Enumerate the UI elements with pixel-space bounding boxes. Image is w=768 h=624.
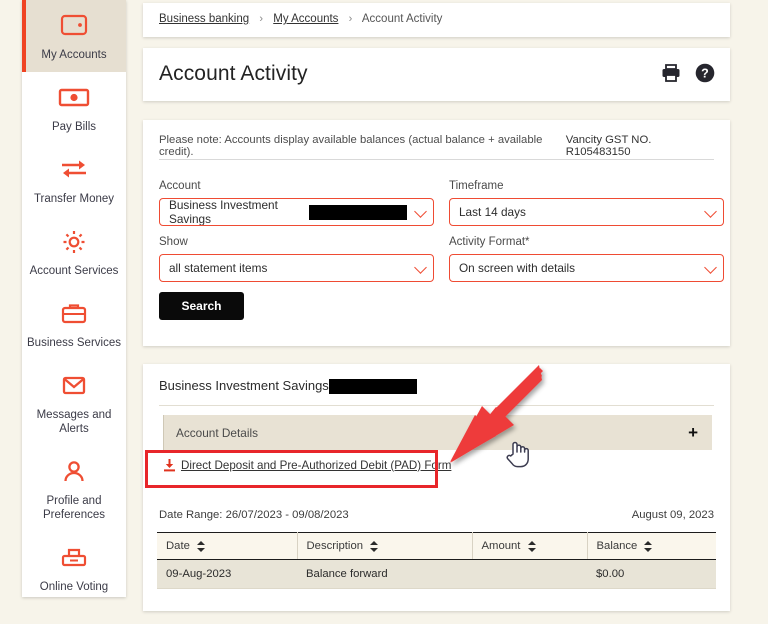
print-icon[interactable] (660, 62, 682, 84)
disclaimer-row: Please note: Accounts display available … (159, 134, 714, 158)
sort-icon (527, 540, 537, 552)
gst-number: Vancity GST NO. R105483150 (565, 134, 652, 158)
timeframe-select[interactable]: Last 14 days (449, 198, 724, 226)
sidebar-item-account-services[interactable]: Account Services (22, 216, 126, 288)
breadcrumb-link-my-accounts[interactable]: My Accounts (273, 13, 338, 25)
search-form-panel: Please note: Accounts display available … (143, 120, 730, 346)
transfer-icon (26, 156, 122, 186)
sidebar-item-messages-and-alerts[interactable]: Messages and Alerts (22, 360, 126, 446)
sidebar-item-business-services[interactable]: Business Services (22, 288, 126, 360)
as-of-date: August 09, 2023 (631, 509, 714, 521)
breadcrumb-link-business-banking[interactable]: Business banking (159, 13, 249, 25)
svg-text:?: ? (701, 67, 709, 81)
table-row: 09-Aug-2023 Balance forward $0.00 (157, 559, 716, 589)
activity-format-select[interactable]: On screen with details (449, 254, 724, 282)
transactions-table: Date Description Amount Balance 09-Aug-2… (157, 532, 716, 589)
show-field: Show all statement items (159, 236, 434, 282)
sidebar-item-label: Messages and Alerts (36, 409, 112, 435)
table-header-row: Date Description Amount Balance (157, 532, 716, 560)
redacted-account-number (328, 379, 417, 395)
plus-icon[interactable]: + (688, 424, 698, 441)
breadcrumb-panel: Business banking › My Accounts › Account… (143, 3, 730, 37)
timeframe-field: Timeframe Last 14 days (449, 180, 724, 226)
column-header-amount[interactable]: Amount (472, 532, 588, 560)
gear-icon (26, 228, 122, 258)
chevron-right-icon: › (259, 13, 264, 25)
account-label: Account (159, 180, 201, 192)
primary-sidebar: My Accounts Pay Bills Transfer Money Acc… (22, 0, 126, 597)
sidebar-item-label: Business Services (27, 337, 121, 349)
sidebar-item-label: Transfer Money (33, 193, 115, 205)
column-label: Amount (481, 540, 521, 552)
account-select[interactable]: Business Investment Savings (159, 198, 434, 226)
column-label: Balance (596, 540, 638, 552)
breadcrumb-current: Account Activity (361, 13, 443, 25)
show-select[interactable]: all statement items (159, 254, 434, 282)
timeframe-select-value: Last 14 days (459, 205, 526, 219)
activity-format-select-value: On screen with details (459, 261, 576, 275)
pad-form-link[interactable]: Direct Deposit and Pre-Authorized Debit … (181, 459, 451, 472)
chevron-down-icon (704, 205, 717, 218)
pad-form-row: Direct Deposit and Pre-Authorized Debit … (163, 458, 451, 472)
cell-amount (472, 559, 587, 589)
cell-date: 09-Aug-2023 (157, 559, 297, 589)
sort-icon (370, 540, 379, 552)
header-actions: ? (660, 62, 716, 84)
sort-icon (197, 540, 206, 552)
balance-note: Please note: Accounts display available … (159, 134, 543, 158)
cell-balance: $0.00 (587, 559, 716, 589)
divider (159, 159, 714, 160)
chevron-right-icon: › (348, 13, 353, 25)
breadcrumb: Business banking › My Accounts › Account… (143, 3, 730, 25)
chevron-down-icon (414, 261, 427, 274)
wallet-icon (26, 12, 122, 42)
activity-format-field: Activity Format* On screen with details (449, 236, 724, 282)
page-title: Account Activity (159, 62, 308, 85)
page-header-panel: Account Activity ? (143, 48, 730, 101)
sidebar-item-label: My Accounts (41, 49, 107, 61)
show-select-value: all statement items (169, 261, 268, 275)
sidebar-item-label: Online Voting (39, 581, 109, 593)
envelope-icon (26, 372, 122, 402)
chevron-down-icon (704, 261, 717, 274)
date-range-text: Date Range: 26/07/2023 - 09/08/2023 (159, 509, 349, 521)
column-header-description[interactable]: Description (297, 532, 473, 560)
sidebar-item-online-voting[interactable]: Online Voting (22, 532, 126, 604)
timeframe-label: Timeframe (449, 180, 504, 192)
redacted-account-number (308, 204, 407, 220)
activity-format-label: Activity Format* (449, 236, 530, 248)
cell-description: Balance forward (297, 559, 472, 589)
result-account-name: Business Investment Savings (159, 378, 417, 395)
sidebar-item-label: Pay Bills (51, 121, 97, 133)
banknote-icon (26, 84, 122, 114)
column-label: Description (306, 540, 364, 552)
help-icon[interactable]: ? (694, 62, 716, 84)
date-range-row: Date Range: 26/07/2023 - 09/08/2023 Augu… (159, 509, 714, 521)
account-details-accordion[interactable]: Account Details + (163, 415, 712, 450)
column-label: Date (166, 540, 190, 552)
account-select-value: Business Investment Savings (169, 198, 278, 226)
divider (159, 405, 714, 406)
sidebar-item-label: Account Services (29, 265, 119, 277)
person-icon (26, 458, 122, 488)
account-field: Account Business Investment Savings (159, 180, 434, 226)
sort-icon (644, 540, 653, 552)
briefcase-icon (26, 300, 122, 330)
search-button[interactable]: Search (159, 292, 244, 320)
result-account-label: Business Investment Savings (159, 378, 329, 393)
show-label: Show (159, 236, 188, 248)
sidebar-item-profile-and-preferences[interactable]: Profile and Preferences (22, 446, 126, 532)
column-header-date[interactable]: Date (157, 532, 298, 560)
accordion-title: Account Details (176, 425, 258, 440)
download-icon (163, 458, 176, 472)
sidebar-item-label: Profile and Preferences (42, 495, 105, 521)
column-header-balance[interactable]: Balance (587, 532, 716, 560)
sidebar-item-my-accounts[interactable]: My Accounts (22, 0, 126, 72)
ballot-icon (26, 544, 122, 574)
sidebar-item-transfer-money[interactable]: Transfer Money (22, 144, 126, 216)
chevron-down-icon (414, 205, 427, 218)
sidebar-item-pay-bills[interactable]: Pay Bills (22, 72, 126, 144)
results-panel: Business Investment Savings Account Deta… (143, 364, 730, 611)
